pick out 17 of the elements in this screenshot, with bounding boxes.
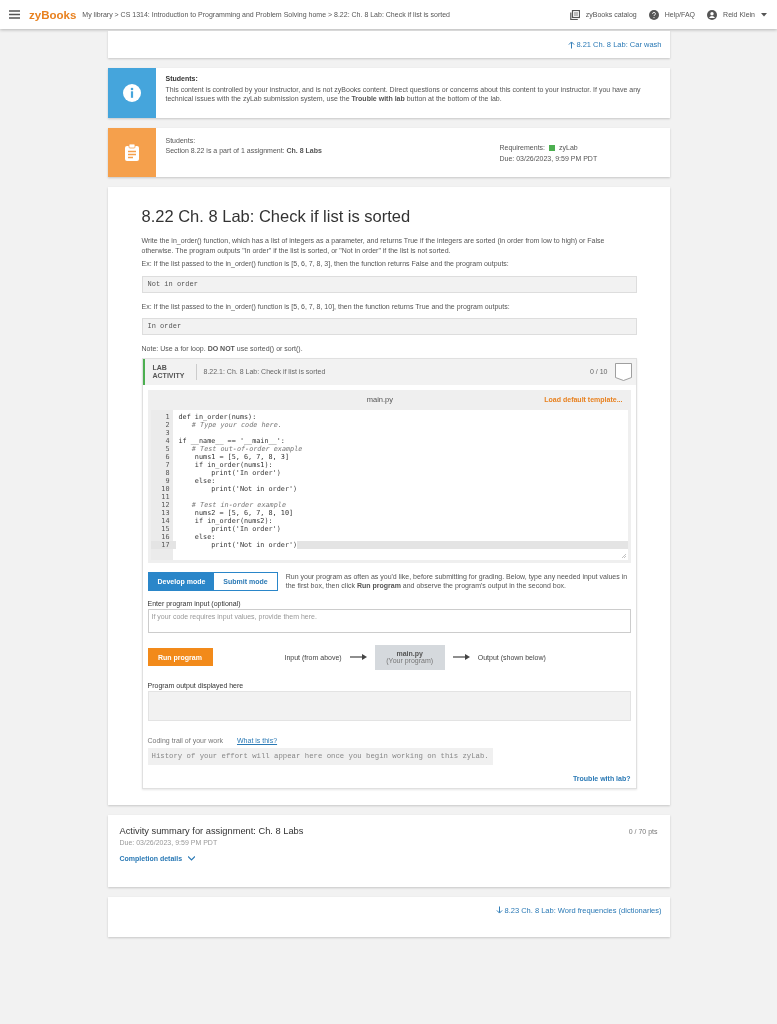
down-arrow-icon [496, 906, 504, 914]
help-icon[interactable] [648, 9, 659, 20]
summary-title: Activity summary for assignment: Ch. 8 Labs [119, 825, 304, 836]
chevron-down-icon [188, 855, 196, 861]
up-arrow-icon [568, 40, 576, 49]
info-icon [122, 84, 141, 102]
arrow-icon [349, 654, 367, 660]
clipboard-icon [124, 144, 139, 161]
caret-icon[interactable] [761, 12, 767, 17]
library-icon[interactable] [569, 9, 580, 20]
user-icon[interactable] [707, 9, 718, 20]
requirement-icon [549, 144, 556, 151]
arrow-icon [452, 654, 470, 660]
section-title: 8.22 Ch. 8 Lab: Check if list is sorted [141, 207, 412, 226]
badge-icon [614, 362, 632, 381]
menu-icon[interactable] [9, 10, 20, 19]
logo[interactable]: zyBooks [29, 8, 77, 21]
